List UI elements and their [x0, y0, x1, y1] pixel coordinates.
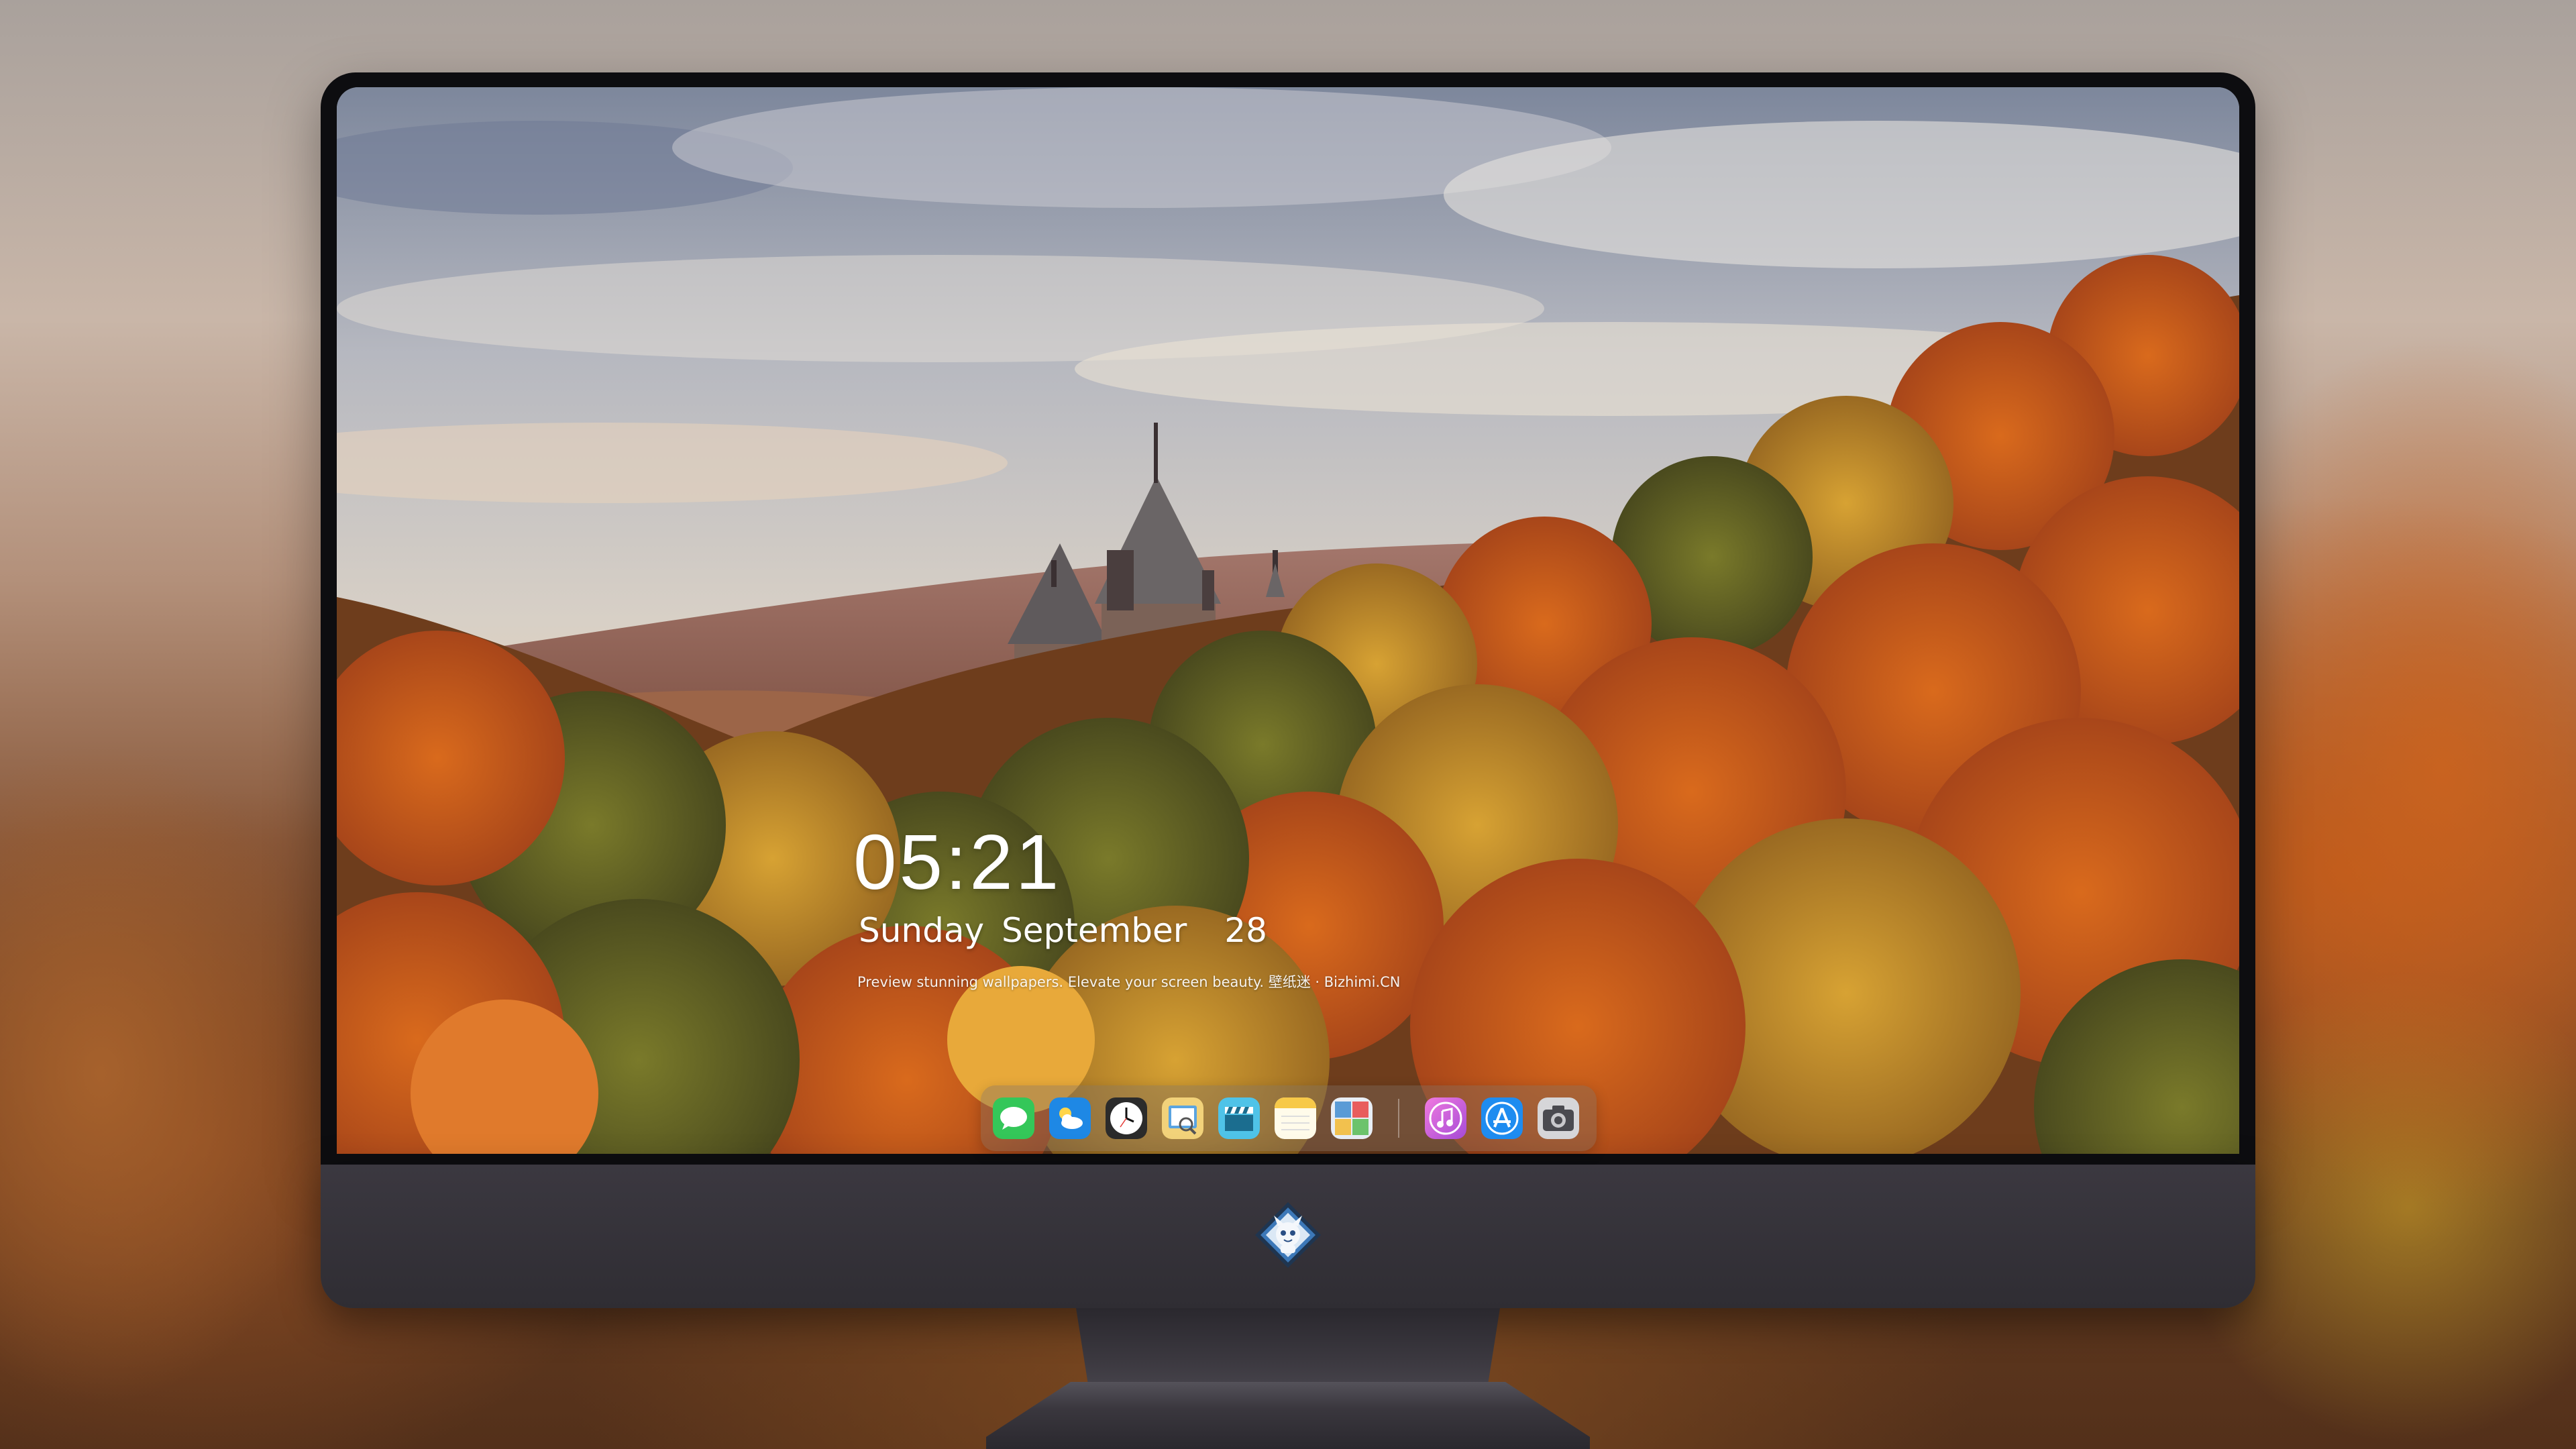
photo-gallery-icon — [1331, 1097, 1373, 1139]
date-day: 28 — [1224, 911, 1267, 950]
dock-item-clips[interactable] — [1218, 1097, 1260, 1139]
weather-icon — [1049, 1097, 1091, 1139]
lock-screen-date: Sunday September 28 — [859, 911, 1274, 950]
date-weekday: Sunday — [859, 911, 985, 950]
dock-item-itunes[interactable] — [1425, 1097, 1466, 1139]
dock-item-screenshot[interactable] — [1538, 1097, 1579, 1139]
notes-icon — [1275, 1097, 1316, 1139]
preview-icon — [1162, 1097, 1203, 1139]
dock-separator — [1398, 1099, 1399, 1138]
date-month: September — [1002, 911, 1187, 950]
monitor-stand-neck — [1076, 1308, 1500, 1389]
app-store-icon — [1481, 1097, 1523, 1139]
dock-item-messages[interactable] — [993, 1097, 1034, 1139]
messages-icon — [993, 1097, 1034, 1139]
dock-item-clock[interactable] — [1106, 1097, 1147, 1139]
music-note-icon — [1425, 1097, 1466, 1139]
mascot-logo-icon — [1254, 1201, 1322, 1269]
dock — [981, 1085, 1597, 1151]
dock-item-photo-booth[interactable] — [1331, 1097, 1373, 1139]
camera-icon — [1538, 1097, 1579, 1139]
clapperboard-icon — [1218, 1097, 1260, 1139]
monitor-stand-base — [986, 1382, 1590, 1449]
dock-item-notes[interactable] — [1275, 1097, 1316, 1139]
dock-item-app-store[interactable] — [1481, 1097, 1523, 1139]
wallpaper-autumn-castle — [337, 87, 2239, 1154]
dock-item-weather[interactable] — [1049, 1097, 1091, 1139]
lock-screen-tagline: Preview stunning wallpapers. Elevate you… — [857, 974, 1401, 990]
clock-icon — [1106, 1097, 1147, 1139]
lock-screen-time: 05:21 — [853, 818, 1062, 906]
monitor-screen: 05:21 Sunday September 28 Preview stunni… — [337, 87, 2239, 1154]
dock-item-preview[interactable] — [1162, 1097, 1203, 1139]
